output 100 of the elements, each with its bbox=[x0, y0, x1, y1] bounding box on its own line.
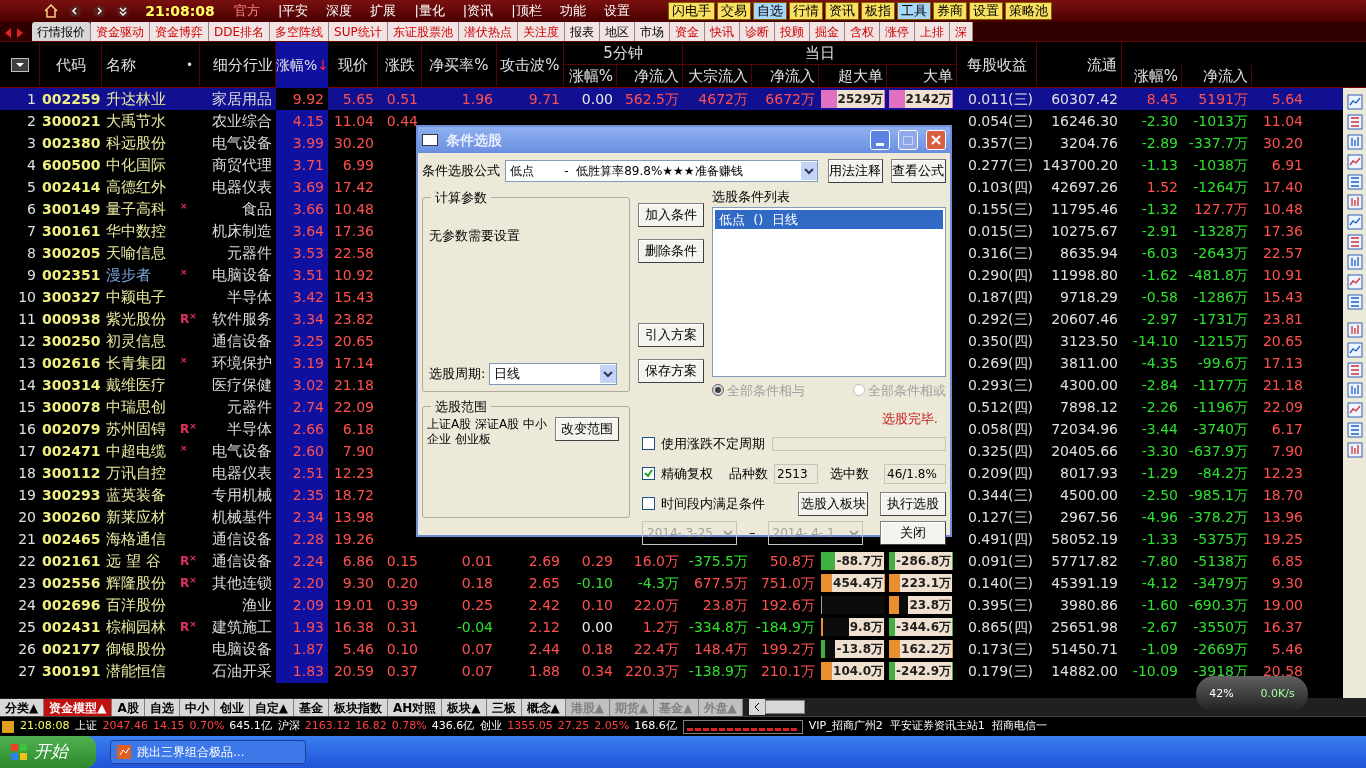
column-header[interactable]: 名称 bbox=[106, 53, 136, 77]
table-cell-text: -1264万 bbox=[1192, 177, 1249, 197]
tab[interactable]: 地区 bbox=[599, 22, 635, 41]
menu-item[interactable]: |量化 bbox=[410, 1, 449, 21]
dialog-button[interactable]: 关闭 bbox=[880, 520, 946, 545]
market-tab[interactable]: 板块指数 bbox=[329, 698, 388, 716]
tab[interactable]: 诊断 bbox=[739, 22, 775, 41]
tab[interactable]: 报表 bbox=[564, 22, 600, 41]
table-cell-text: -0.10 bbox=[575, 573, 614, 593]
market-tab[interactable]: 自选 bbox=[144, 698, 180, 716]
dropdown-icon[interactable] bbox=[10, 58, 29, 72]
tab[interactable]: 含权 bbox=[844, 22, 880, 41]
back-icon[interactable] bbox=[68, 4, 82, 18]
sorted-column-header[interactable]: 涨幅%↓ bbox=[276, 42, 328, 88]
checkbox[interactable] bbox=[642, 437, 655, 450]
table-cell-text: 5.46 bbox=[1270, 639, 1304, 659]
tab[interactable]: 掘金 bbox=[809, 22, 845, 41]
taskbar-item[interactable]: 跳出三界组合极品... bbox=[110, 740, 306, 764]
table-cell-text: 0.058(四) bbox=[967, 419, 1034, 439]
scroll-left-icon[interactable] bbox=[748, 699, 765, 715]
maximize-button[interactable] bbox=[898, 130, 918, 150]
market-tab[interactable]: 三板 bbox=[486, 698, 522, 716]
radio-button[interactable] bbox=[853, 384, 865, 397]
table-cell-text: 戴维医疗 bbox=[105, 375, 167, 396]
table-row[interactable]: 1 002259 升达林业 家居用品 9.92 5.65 0.51 1.96 9.71 0.00 562.5万 4672万 6672万 2529万 2142万 0.011(三) 60307.42 8.45 5191万 5.64 bbox=[0, 88, 1343, 110]
toolbar-button[interactable]: 自选 bbox=[752, 2, 787, 20]
market-tab[interactable]: 中小 bbox=[179, 698, 215, 716]
market-tab[interactable]: 资金模型▲ bbox=[44, 698, 113, 716]
dialog-button[interactable]: 引入方案 bbox=[638, 323, 704, 347]
tab[interactable]: 多空阵线 bbox=[270, 22, 330, 41]
condition-item[interactable]: 低点 () 日线 bbox=[715, 209, 943, 229]
dialog-button[interactable]: 删除条件 bbox=[638, 239, 704, 263]
tab[interactable]: 上排 bbox=[914, 22, 950, 41]
dialog-button[interactable]: 执行选股 bbox=[880, 491, 946, 516]
market-tab[interactable]: 分类▲ bbox=[0, 698, 45, 716]
tab[interactable]: 东证股票池 bbox=[387, 22, 459, 41]
toolbar-button[interactable]: 工具 bbox=[896, 2, 931, 20]
close-button[interactable] bbox=[926, 130, 946, 150]
menu-item[interactable]: 功能 bbox=[555, 1, 590, 21]
table-cell-text: 19.26 bbox=[332, 529, 375, 549]
radio-button[interactable] bbox=[712, 384, 724, 397]
tab[interactable]: 市场 bbox=[634, 22, 670, 41]
scrollbar-thumb[interactable] bbox=[764, 700, 805, 714]
market-tab[interactable]: 概念▲ bbox=[521, 698, 566, 716]
dialog-button[interactable]: 查看公式 bbox=[890, 159, 946, 183]
menu-item[interactable]: 官方 bbox=[230, 1, 264, 21]
toolbar-button[interactable]: 交易 bbox=[716, 2, 751, 20]
table-cell: 2.24 bbox=[276, 550, 328, 573]
toolbar-button[interactable]: 设置 bbox=[968, 2, 1003, 20]
checkbox[interactable] bbox=[642, 497, 655, 510]
tab[interactable]: 深 bbox=[949, 22, 973, 41]
tab[interactable]: 潜伏热点 bbox=[458, 22, 518, 41]
tab[interactable]: 快讯 bbox=[704, 22, 740, 41]
menu-item[interactable]: 设置 bbox=[599, 1, 634, 21]
tab[interactable]: 投顾 bbox=[774, 22, 810, 41]
market-tab[interactable]: A股 bbox=[112, 698, 145, 716]
formula-select[interactable]: 低点 - 低胜算率89.8%★★★准备赚钱 bbox=[504, 160, 818, 182]
market-tab[interactable]: 创业 bbox=[214, 698, 250, 716]
market-tab[interactable]: 基金 bbox=[294, 698, 329, 716]
forward-icon[interactable] bbox=[92, 4, 106, 18]
start-button[interactable]: 开始 bbox=[0, 736, 96, 768]
checkbox[interactable] bbox=[642, 467, 655, 480]
tab[interactable]: 关注度 bbox=[517, 22, 565, 41]
tab[interactable]: SUP统计 bbox=[329, 22, 388, 41]
toolbar-button[interactable]: 板指 bbox=[860, 2, 895, 20]
menu-item[interactable]: 扩展 bbox=[366, 1, 401, 21]
table-cell-text: 元器件 bbox=[226, 243, 273, 264]
period-select[interactable]: 日线 bbox=[489, 363, 618, 385]
minimize-button[interactable] bbox=[870, 130, 890, 150]
double-chevron-icon[interactable] bbox=[116, 4, 130, 18]
tab[interactable]: 资金驱动 bbox=[91, 22, 150, 41]
market-tab[interactable]: 板块▲ bbox=[442, 698, 487, 716]
toolbar-button[interactable]: 资讯 bbox=[824, 2, 859, 20]
dialog-button[interactable]: 保存方案 bbox=[638, 359, 704, 383]
dialog-button[interactable]: 加入条件 bbox=[638, 203, 704, 227]
market-tab[interactable]: 自定▲ bbox=[249, 698, 294, 716]
menu-item[interactable]: 深度 bbox=[322, 1, 357, 21]
toolbar-button[interactable]: 闪电手 bbox=[667, 2, 715, 20]
tab[interactable]: 涨停 bbox=[879, 22, 915, 41]
toolbar-button[interactable]: 行情 bbox=[788, 2, 823, 20]
dialog-button[interactable]: 选股入板块 bbox=[798, 491, 868, 516]
home-icon[interactable] bbox=[44, 4, 58, 18]
table-cell-text: 16.0万 bbox=[632, 551, 680, 571]
toolbar-button[interactable]: 策略池 bbox=[1004, 2, 1052, 20]
tab[interactable]: 资金博弈 bbox=[150, 22, 209, 41]
menu-item[interactable]: |平安 bbox=[274, 1, 313, 21]
table-cell-text: 25651.98 bbox=[1050, 617, 1119, 637]
table-cell-text: 002431 bbox=[41, 617, 102, 637]
tab[interactable]: 资金 bbox=[669, 22, 705, 41]
dialog-button[interactable]: 用法注释 bbox=[827, 159, 883, 183]
menu-item[interactable]: |资讯 bbox=[458, 1, 498, 21]
dialog-button[interactable]: 改变范围 bbox=[555, 417, 619, 441]
tab[interactable]: 行情报价 bbox=[32, 22, 91, 41]
table-cell-text: 50.8万 bbox=[768, 551, 816, 571]
toolbar-button[interactable]: 券商 bbox=[932, 2, 967, 20]
tab[interactable]: DDE排名 bbox=[209, 22, 271, 41]
table-cell-text: 棕榈园林 bbox=[105, 617, 167, 638]
market-tab[interactable]: AH对照 bbox=[388, 698, 443, 716]
table-cell-text: 商贸代理 bbox=[211, 155, 273, 176]
menu-item[interactable]: |顶栏 bbox=[507, 1, 546, 21]
